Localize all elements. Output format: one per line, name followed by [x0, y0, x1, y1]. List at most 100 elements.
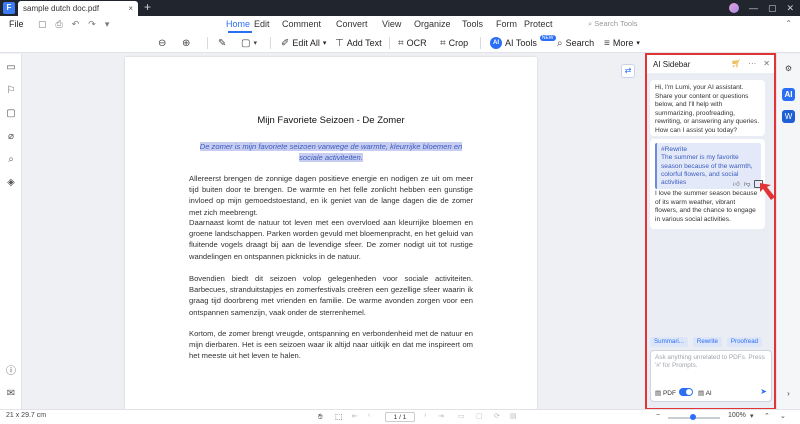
- tab-tools[interactable]: Tools: [462, 19, 496, 29]
- summarize-chip[interactable]: Summari...: [650, 337, 688, 347]
- redo-icon[interactable]: ↷: [88, 19, 96, 30]
- ai-chat-input[interactable]: Ask anything unrelated to PDFs. Press '#…: [650, 350, 772, 402]
- zoom-slider[interactable]: [668, 414, 720, 420]
- chevron-down-icon: ▾: [636, 40, 640, 47]
- ai-sidebar-icon[interactable]: AI: [782, 88, 795, 101]
- more-label: More: [612, 38, 634, 48]
- close-icon[interactable]: ✕: [763, 59, 770, 68]
- search-tools-field[interactable]: ⌕ Search Tools: [588, 19, 638, 29]
- send-icon[interactable]: ➤: [760, 387, 767, 396]
- file-menu[interactable]: File: [9, 19, 24, 29]
- ocr-button[interactable]: ⌗ OCR: [398, 36, 427, 50]
- zoom-in-icon: ⊕: [182, 37, 191, 49]
- ai-input-placeholder: Ask anything unrelated to PDFs. Press '#…: [655, 354, 765, 369]
- document-tab[interactable]: sample dutch doc.pdf ×: [18, 1, 138, 16]
- translate-icon[interactable]: ⇄: [621, 64, 635, 78]
- ai-tools-button[interactable]: AI AI Tools NEW: [490, 35, 556, 50]
- layers-icon[interactable]: ◈: [5, 177, 17, 189]
- next-page-icon[interactable]: ›: [424, 412, 426, 419]
- undo-icon[interactable]: ↶: [72, 19, 80, 30]
- comment-icon[interactable]: ▢: [5, 108, 17, 120]
- zoom-dropdown-icon[interactable]: ▾: [750, 412, 754, 420]
- tab-view[interactable]: View: [382, 19, 414, 29]
- tab-home[interactable]: Home: [226, 19, 254, 33]
- ai-sidebar-title: AI Sidebar: [653, 60, 691, 69]
- fit-page-icon[interactable]: ▢: [476, 412, 483, 420]
- crop-button[interactable]: ⌗ Crop: [440, 36, 468, 50]
- divider: [207, 37, 208, 49]
- ai-tools-label: AI Tools: [505, 38, 537, 48]
- page-indicator[interactable]: 1 / 1: [385, 412, 415, 422]
- last-page-icon[interactable]: ⇥: [438, 412, 444, 420]
- zoom-out-small-icon[interactable]: −: [656, 412, 660, 419]
- collapse-ribbon-icon[interactable]: ⌃: [785, 19, 792, 28]
- collapse-panel-icon[interactable]: ›: [782, 387, 795, 400]
- quick-menu-chevron-icon[interactable]: ▾: [105, 19, 110, 30]
- select-tool-icon[interactable]: ⬚: [335, 412, 343, 421]
- search-panel-icon[interactable]: ⌕: [5, 154, 17, 166]
- more-options-icon[interactable]: ···: [748, 59, 756, 68]
- tab-edit[interactable]: Edit: [254, 19, 282, 29]
- paragraph-1: Allereerst brengen de zonnige dagen posi…: [189, 174, 473, 217]
- prev-page-icon[interactable]: ‹: [368, 412, 370, 419]
- ai-greeting-message: Hi, I'm Lumi, your AI assistant. Share y…: [650, 80, 765, 136]
- first-page-icon[interactable]: ⇤: [352, 412, 358, 420]
- page-title: Mijn Favoriete Seizoen - De Zomer: [257, 115, 405, 126]
- down-page-icon[interactable]: ⌄: [780, 412, 786, 420]
- save-icon[interactable]: ▢: [38, 19, 47, 30]
- more-button[interactable]: ≡ More ▾: [604, 36, 640, 50]
- hand-tool-icon[interactable]: ✋︎: [318, 412, 323, 422]
- feedback-icon[interactable]: ✉: [5, 388, 17, 400]
- search-button[interactable]: ⌕ Search: [557, 36, 594, 50]
- proofread-chip[interactable]: Proofread: [726, 337, 763, 347]
- close-window-icon[interactable]: ✕: [786, 3, 794, 14]
- page-view-icon[interactable]: ▤: [510, 412, 517, 420]
- attachment-icon[interactable]: ⌀: [5, 131, 17, 143]
- zoom-level[interactable]: 100%: [728, 412, 746, 419]
- highlight-button[interactable]: ✎: [218, 36, 226, 50]
- print-icon[interactable]: ⎙: [56, 19, 63, 30]
- highlighter-icon: ✎: [218, 37, 227, 49]
- minimize-icon[interactable]: —: [749, 3, 758, 13]
- help-icon[interactable]: ⓘ: [5, 366, 17, 378]
- avatar[interactable]: [728, 3, 739, 13]
- properties-icon[interactable]: ⚙︎: [782, 62, 795, 75]
- pages-icon[interactable]: ▭: [5, 62, 17, 74]
- rotate-icon[interactable]: ⟳: [494, 412, 500, 420]
- rewrite-chip[interactable]: Rewrite: [692, 337, 722, 347]
- cart-icon[interactable]: 🛒︎: [731, 59, 741, 68]
- close-tab-icon[interactable]: ×: [128, 1, 133, 16]
- pdf-page[interactable]: Mijn Favoriete Seizoen - De Zomer De zom…: [125, 57, 537, 409]
- tab-comment[interactable]: Comment: [282, 19, 336, 29]
- new-tab-button[interactable]: +: [144, 0, 151, 15]
- right-sidebar: ⚙︎ AI W ›: [776, 54, 800, 409]
- prompt-chips: Summari... Rewrite Proofread: [650, 337, 763, 347]
- page-size-label: 21 x 29.7 cm: [6, 412, 47, 419]
- up-page-icon[interactable]: ⌃: [764, 412, 770, 420]
- app-logo-icon: F: [3, 2, 15, 14]
- bookmark-icon[interactable]: ⚐: [5, 85, 17, 97]
- maximize-icon[interactable]: ▢: [768, 3, 777, 14]
- thumbs-down-icon[interactable]: 👎︎: [744, 180, 751, 188]
- tab-organize[interactable]: Organize: [414, 19, 462, 29]
- zoom-in-button[interactable]: ⊕: [182, 36, 190, 50]
- divider: [480, 37, 481, 49]
- edit-all-button[interactable]: ✐ Edit All ▾: [281, 36, 326, 50]
- menu-bar: File ▢ ⎙ ↶ ↷ ▾ Home Edit Comment Convert…: [0, 16, 800, 33]
- tab-protect[interactable]: Protect: [524, 19, 564, 29]
- divider: [270, 37, 271, 49]
- tab-form[interactable]: Form: [496, 19, 524, 29]
- thumbs-up-icon[interactable]: 👍︎: [733, 180, 740, 188]
- selected-text[interactable]: De zomer is mijn favoriete seizoen vanwe…: [190, 141, 472, 163]
- zoom-out-button[interactable]: ⊖: [158, 36, 166, 50]
- shape-button[interactable]: ▢ ▾: [241, 36, 257, 50]
- document-canvas[interactable]: Mijn Favoriete Seizoen - De Zomer De zom…: [22, 54, 645, 409]
- ai-mode-label: ▤ AI: [698, 390, 712, 397]
- tab-convert[interactable]: Convert: [336, 19, 382, 29]
- add-text-button[interactable]: ⊤ Add Text: [335, 36, 382, 50]
- menu-icon: ≡: [604, 37, 610, 49]
- word-export-icon[interactable]: W: [782, 110, 795, 123]
- text-box-icon: ⊤: [335, 37, 344, 49]
- pdf-ai-toggle[interactable]: [679, 388, 693, 396]
- fit-width-icon[interactable]: ▭: [458, 412, 465, 420]
